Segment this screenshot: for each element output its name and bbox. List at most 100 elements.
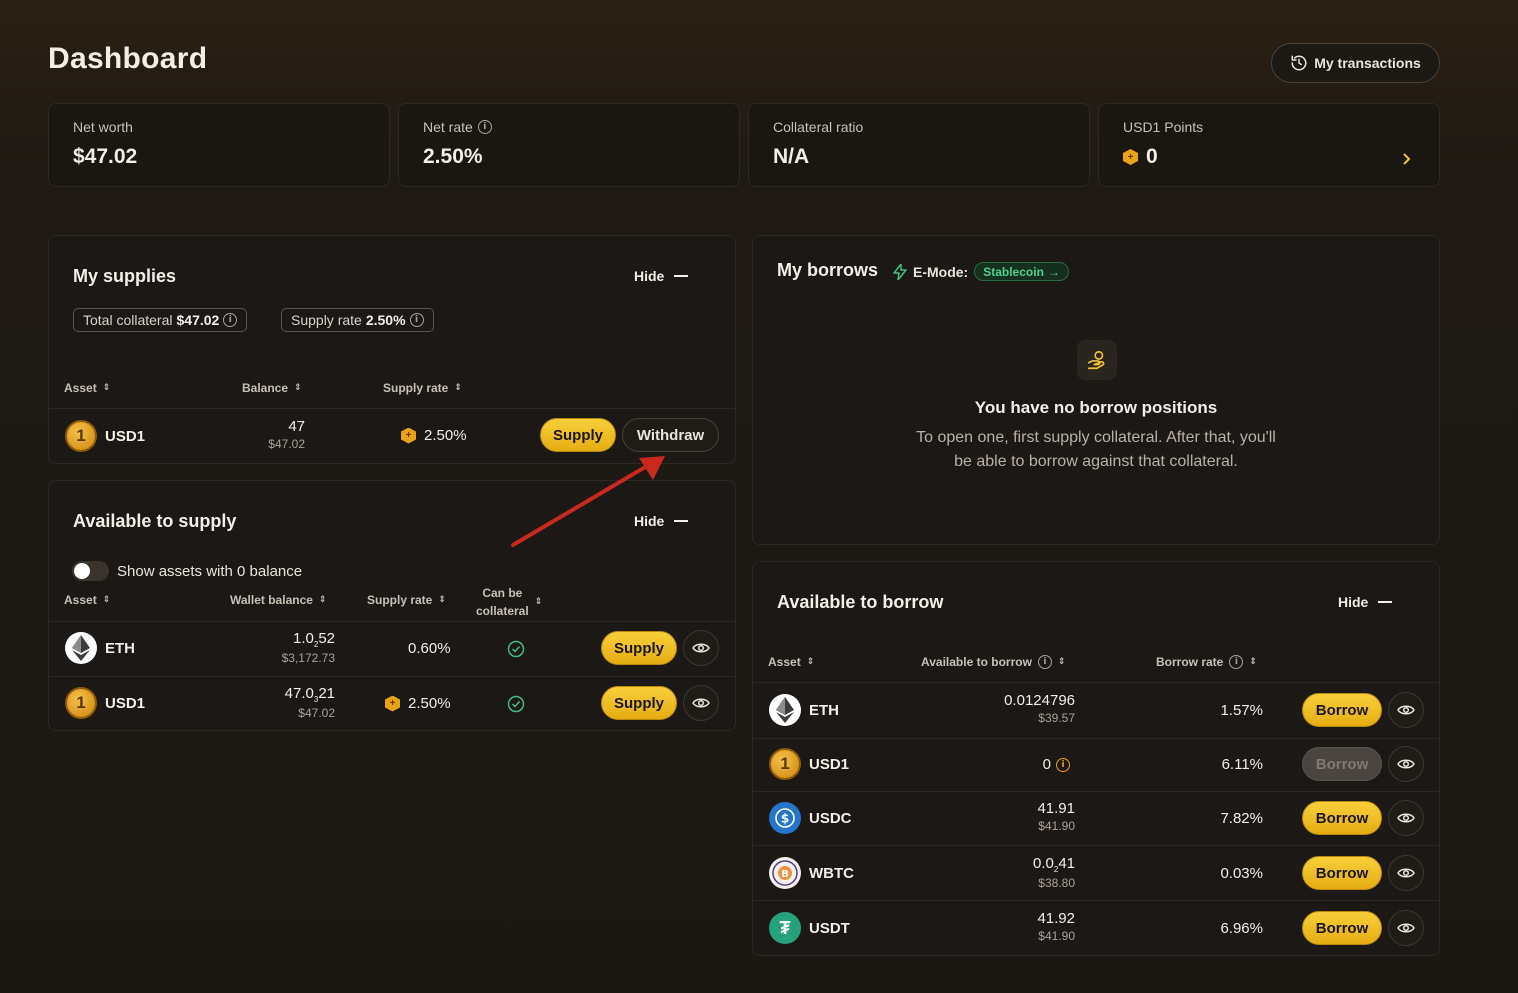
balance-usd: $47.02 [268,437,305,451]
supply-button[interactable]: Supply [601,686,677,720]
eye-icon[interactable] [1388,855,1424,891]
supply-button[interactable]: Supply [540,418,616,452]
supply-button[interactable]: Supply [601,631,677,665]
hide-supplies-button[interactable]: Hide [634,268,689,284]
sort-icon: ⇕ [102,594,111,605]
eth-icon [65,632,97,664]
divider [49,408,735,409]
eye-icon[interactable] [683,685,719,721]
stat-value: 2.50% [423,145,483,168]
available-value: 41.92 [1037,910,1075,927]
page-title: Dashboard [48,42,208,75]
divider [753,791,1439,792]
available-value: 0.0124796 [1004,692,1075,709]
asset-name: USDT [809,919,850,937]
info-icon[interactable]: i [409,313,424,327]
emode-badge[interactable]: Stablecoin → [974,262,1069,281]
stat-net-rate: Net rate i 2.50% [398,103,740,187]
divider [49,676,735,677]
borrow-button[interactable]: Borrow [1302,911,1382,945]
wallet-balance-value: 47.0321 [284,685,335,704]
available-usd: $41.90 [1038,819,1075,833]
column-header-available-to-borrow[interactable]: Available to borrow i ⇕ [921,655,1065,669]
supply-rate-value: 2.50% [424,427,467,444]
sort-icon: ⇕ [1249,656,1257,667]
column-header-asset[interactable]: Asset ⇕ [64,381,110,395]
column-header-wallet-balance[interactable]: Wallet balance ⇕ [230,593,326,607]
info-icon[interactable]: i [477,120,492,134]
points-icon: + [401,427,416,444]
wallet-balance-usd: $3,172.73 [281,651,335,665]
usd1-icon: 1 [769,748,801,780]
borrow-button-disabled: Borrow [1302,747,1382,781]
available-to-borrow-title: Available to borrow [777,592,944,612]
asset-name: USD1 [105,427,146,445]
eye-icon[interactable] [1388,692,1424,728]
sort-icon: ⇕ [454,382,462,393]
available-to-supply-title: Available to supply [73,511,237,531]
zero-balance-toggle-label: Show assets with 0 balance [117,563,303,580]
stat-usd1-points[interactable]: USD1 Points +0 [1098,103,1440,187]
my-transactions-label: My transactions [1314,55,1421,71]
empty-state-title: You have no borrow positions [974,398,1218,417]
emode-indicator: E-Mode: Stablecoin → [893,262,1069,281]
my-borrows-title: My borrows [777,260,879,280]
eye-icon[interactable] [1388,746,1424,782]
usd1-icon: 1 [65,420,97,452]
column-header-balance[interactable]: Balance ⇕ [242,381,302,395]
column-header-borrow-rate[interactable]: Borrow rate i ⇕ [1156,655,1257,669]
wbtc-icon: B [769,857,801,889]
sort-icon: ⇕ [438,594,446,605]
borrow-button[interactable]: Borrow [1302,856,1382,890]
column-header-asset[interactable]: Asset ⇕ [64,593,110,607]
minus-icon [1378,601,1393,603]
asset-name: USDC [809,809,852,827]
info-icon[interactable]: i [1229,655,1244,669]
asset-name: USD1 [105,694,146,712]
points-icon: + [385,695,400,712]
column-header-can-be-collateral[interactable]: Can be collateral ⇕ [476,584,542,620]
sort-icon: ⇕ [534,596,543,607]
hide-available-borrow-button[interactable]: Hide [1338,594,1393,610]
column-header-supply-rate[interactable]: Supply rate ⇕ [367,593,446,607]
arrow-right-icon: → [1047,264,1060,279]
warning-info-icon[interactable]: i [1056,757,1070,772]
available-value: 0.0241 [1033,855,1075,874]
borrow-rate-value: 6.96% [1220,920,1263,937]
available-value: 41.91 [1037,800,1075,817]
svg-text:B: B [781,869,789,880]
toggle-knob [74,563,90,579]
column-header-asset[interactable]: Asset ⇕ [768,655,814,669]
borrow-hand-icon [1077,340,1117,380]
my-transactions-button[interactable]: My transactions [1271,43,1440,83]
info-icon[interactable]: i [1037,655,1052,669]
zero-balance-toggle[interactable] [72,561,109,581]
column-header-supply-rate[interactable]: Supply rate ⇕ [383,381,462,395]
divider [753,738,1439,739]
my-borrows-panel: My borrows E-Mode: Stablecoin → You have … [752,235,1440,545]
asset-name: WBTC [809,864,854,882]
withdraw-button[interactable]: Withdraw [622,418,719,452]
wallet-balance-usd: $47.02 [298,706,335,720]
eye-icon[interactable] [1388,800,1424,836]
borrow-button[interactable]: Borrow [1302,801,1382,835]
available-usd: $39.57 [1038,711,1075,725]
wallet-balance-value: 1.0252 [293,630,335,649]
check-circle-icon [507,695,525,713]
asset-name: USD1 [809,755,850,773]
minus-icon [674,520,689,522]
stat-value: $47.02 [73,145,138,168]
info-icon[interactable]: i [223,313,238,327]
my-supplies-panel: My supplies Hide Total collateral $47.02 i… [48,235,736,464]
history-icon [1291,55,1307,71]
sort-icon: ⇕ [102,382,111,393]
available-usd: $38.80 [1038,876,1075,890]
borrow-button[interactable]: Borrow [1302,693,1382,727]
eye-icon[interactable] [683,630,719,666]
stat-label: Net rate [423,119,473,135]
eye-icon[interactable] [1388,910,1424,946]
supply-rate-value: 0.60% [408,640,451,657]
divider [49,621,735,622]
divider [753,900,1439,901]
supply-rate-badge: Supply rate 2.50% i [281,308,434,332]
